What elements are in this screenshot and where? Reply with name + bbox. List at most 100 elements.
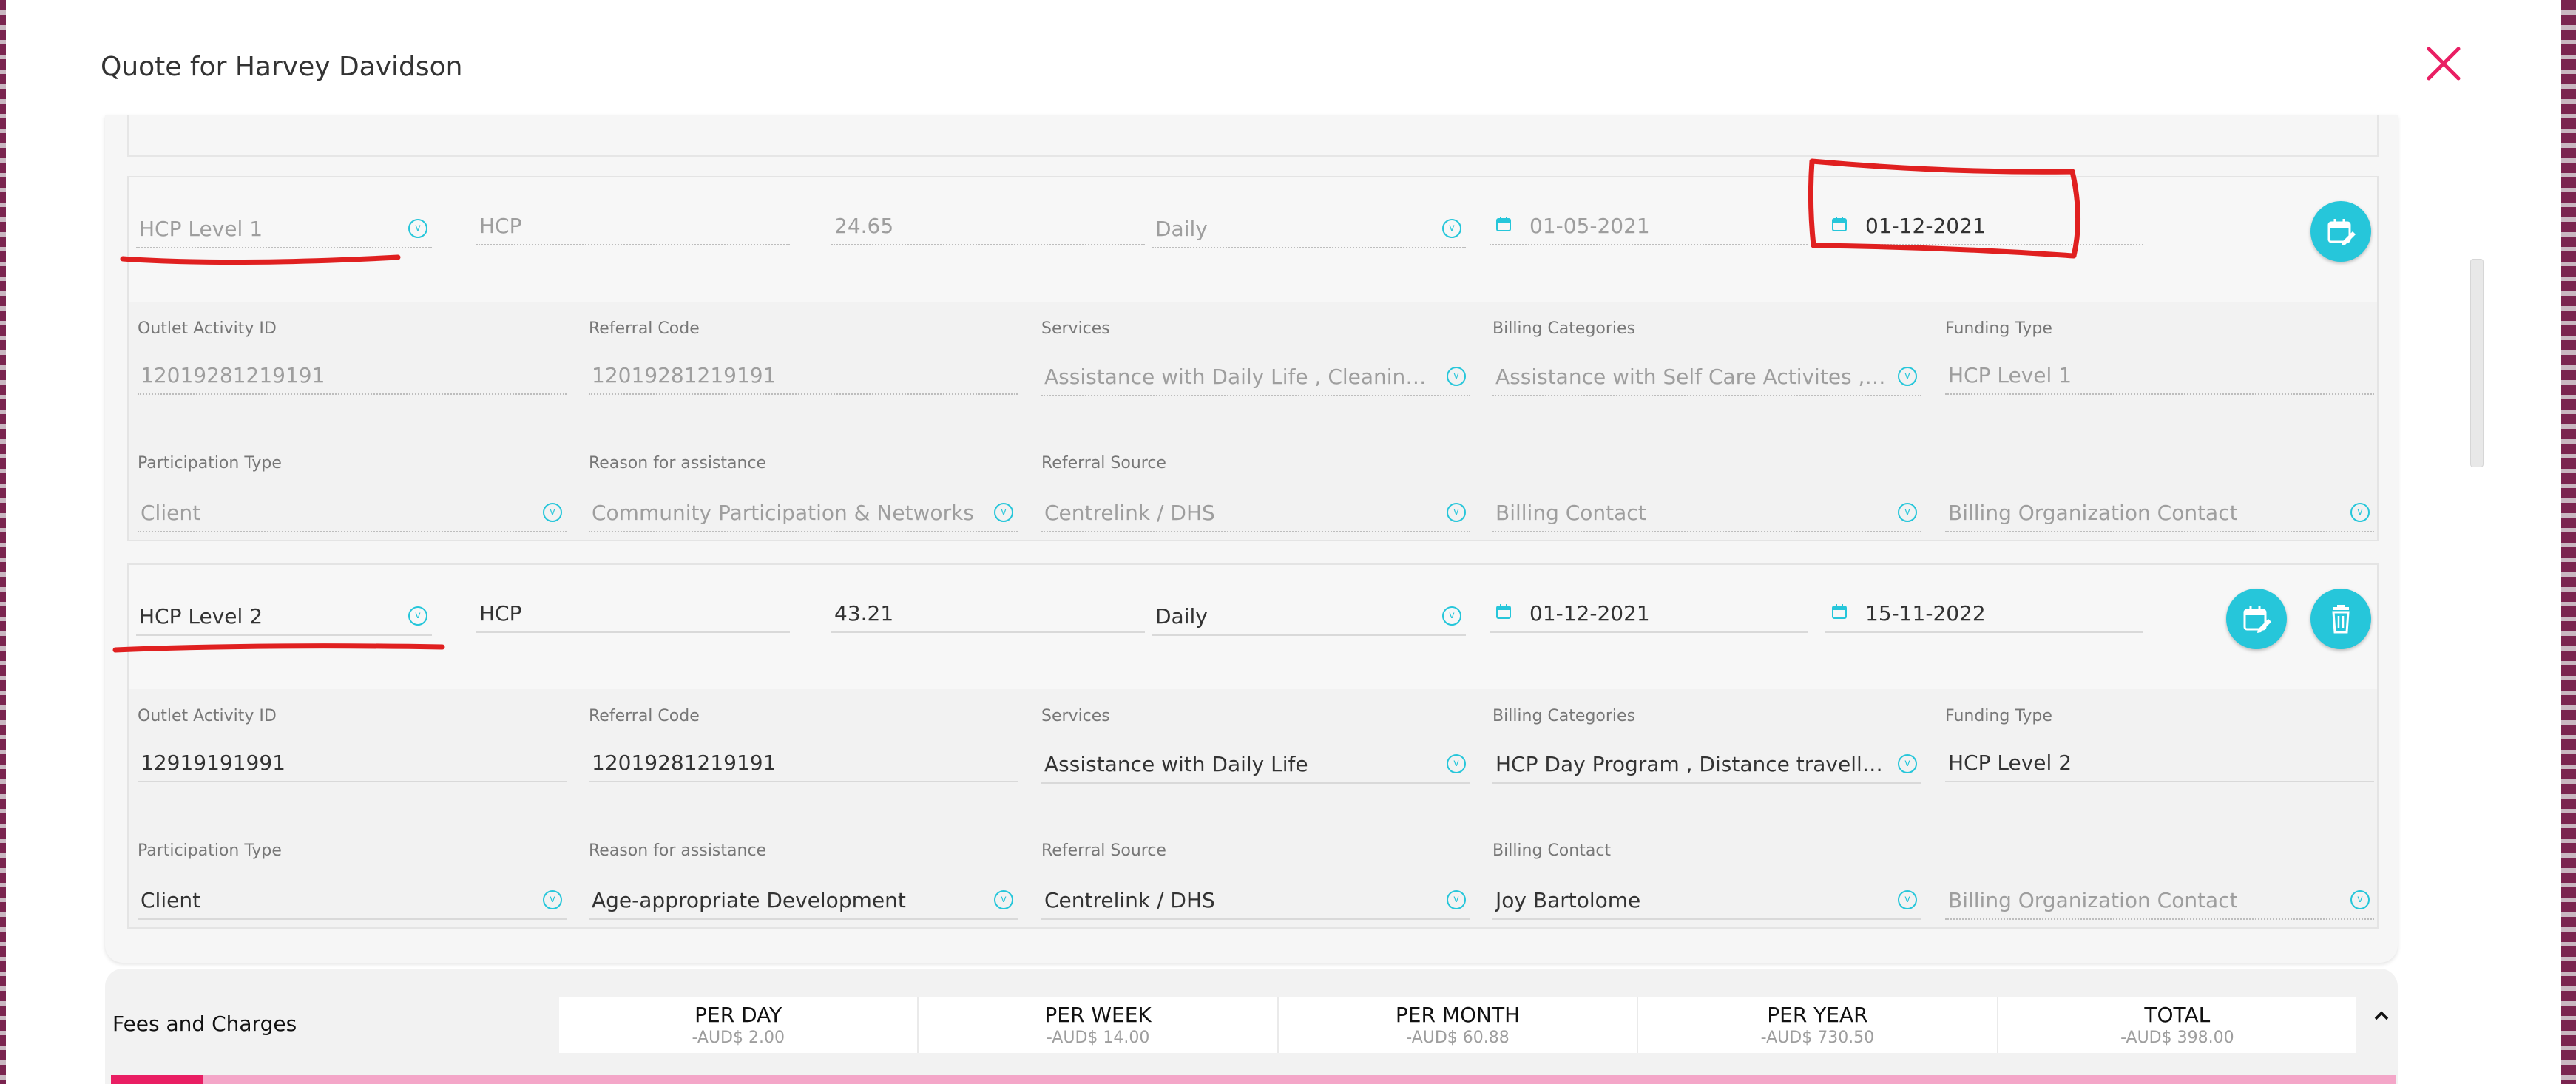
- chevron-down-icon: v: [1447, 367, 1466, 386]
- participation-type-label: Participation Type: [138, 841, 282, 860]
- outlet-activity-id-field[interactable]: Outlet Activity ID 12919191991: [138, 707, 567, 782]
- funding-select[interactable]: HCP Level 2 v: [136, 594, 432, 636]
- chevron-up-icon[interactable]: [2371, 1006, 2392, 1026]
- edit-dates-button[interactable]: [2310, 201, 2371, 262]
- reason-label: Reason for assistance: [589, 454, 767, 472]
- reason-select[interactable]: Reason for assistance Community Particip…: [589, 454, 1018, 532]
- end-date-value: 01-12-2021: [1865, 214, 1986, 238]
- start-date-field[interactable]: 01-12-2021: [1490, 592, 1808, 633]
- calendar-icon: [1496, 217, 1511, 231]
- chevron-down-icon: v: [2350, 890, 2370, 909]
- chevron-down-icon: v: [1447, 754, 1466, 773]
- funding-type-field[interactable]: Funding Type HCP Level 2: [1945, 707, 2374, 782]
- services-select[interactable]: Services Assistance with Daily Life , Cl…: [1041, 319, 1470, 396]
- fee-value: -AUD$ 14.00: [1046, 1029, 1150, 1047]
- participation-type-select[interactable]: Participation Type Client v: [138, 841, 567, 920]
- frequency-value: Daily: [1155, 217, 1208, 241]
- end-date-field[interactable]: 01-12-2021: [1825, 204, 2143, 245]
- billing-categories-label: Billing Categories: [1492, 707, 1636, 725]
- referral-source-select[interactable]: Referral Source Centrelink / DHS v: [1041, 841, 1470, 920]
- funding-select-value: HCP Level 2: [139, 604, 263, 629]
- rate-field[interactable]: 24.65: [831, 204, 1145, 245]
- fee-per-week: PER WEEK -AUD$ 14.00: [919, 997, 1279, 1053]
- referral-source-value: Centrelink / DHS: [1044, 888, 1215, 912]
- delete-item-button[interactable]: [2310, 589, 2371, 649]
- quote-modal: Quote for Harvey Davidson HCP Level 1 v …: [6, 0, 2561, 1084]
- funding-item: HCP Level 1 v HCP 24.65 Daily v 01-05-20…: [127, 176, 2379, 541]
- services-select[interactable]: Services Assistance with Daily Life v: [1041, 707, 1470, 784]
- participation-type-select[interactable]: Participation Type Client v: [138, 454, 567, 532]
- funding-item: HCP Level 2 v HCP 43.21 Daily v 01-12-20…: [127, 563, 2379, 929]
- outlet-activity-id-value: 12919191991: [141, 751, 285, 775]
- referral-source-select[interactable]: Referral Source Centrelink / DHS v: [1041, 454, 1470, 532]
- edit-dates-button[interactable]: [2226, 589, 2287, 649]
- billing-contact-select[interactable]: Billing Contact Joy Bartolome v: [1492, 841, 1921, 920]
- chevron-down-icon: v: [408, 606, 427, 626]
- reason-label: Reason for assistance: [589, 841, 767, 860]
- funding-row: HCP Level 1 v HCP 24.65 Daily v 01-05-20…: [129, 177, 2377, 302]
- background-stripe-right: [2561, 0, 2576, 1084]
- billing-categories-value: Assistance with Self Care Activites , HC…: [1495, 365, 1889, 389]
- program-value: HCP: [479, 214, 522, 238]
- fee-value: -AUD$ 730.50: [1760, 1029, 1875, 1047]
- billing-org-contact-placeholder: Billing Organization Contact: [1948, 888, 2238, 912]
- funding-details: Outlet Activity ID 12019281219191 Referr…: [129, 302, 2377, 540]
- billing-categories-select[interactable]: Billing Categories HCP Day Program , Dis…: [1492, 707, 1921, 784]
- funding-details: Outlet Activity ID 12919191991 Referral …: [129, 689, 2377, 927]
- calendar-icon: [1832, 604, 1847, 619]
- chevron-down-icon: v: [1442, 219, 1461, 238]
- participation-type-value: Client: [141, 888, 201, 912]
- reason-select[interactable]: Reason for assistance Age-appropriate De…: [589, 841, 1018, 920]
- rate-value: 24.65: [834, 214, 894, 238]
- chevron-down-icon: v: [543, 503, 562, 522]
- chevron-down-icon: v: [1442, 606, 1461, 626]
- billing-org-contact-select[interactable]: Billing Organization Contact v: [1945, 878, 2374, 920]
- funding-type-label: Funding Type: [1945, 707, 2052, 725]
- reason-value: Community Participation & Networks: [592, 501, 974, 525]
- fees-and-charges-panel: Fees and Charges PER DAY -AUD$ 2.00 PER …: [105, 969, 2398, 1084]
- referral-code-field[interactable]: Referral Code 12019281219191: [589, 319, 1018, 395]
- funding-type-label: Funding Type: [1945, 319, 2052, 338]
- start-date-value: 01-12-2021: [1529, 601, 1650, 626]
- participation-type-value: Client: [141, 501, 201, 525]
- billing-org-contact-select[interactable]: Billing Organization Contact v: [1945, 491, 2374, 532]
- outlet-activity-id-field[interactable]: Outlet Activity ID 12019281219191: [138, 319, 567, 395]
- calendar-icon: [1496, 604, 1511, 619]
- fee-value: -AUD$ 2.00: [692, 1029, 785, 1047]
- funding-list: HCP Level 1 v HCP 24.65 Daily v 01-05-20…: [105, 115, 2398, 963]
- fees-progress-fill: [111, 1075, 203, 1084]
- frequency-select[interactable]: Daily v: [1152, 207, 1466, 248]
- background-stripe-left: [0, 0, 6, 1084]
- referral-source-value: Centrelink / DHS: [1044, 501, 1215, 525]
- outlet-activity-id-label: Outlet Activity ID: [138, 319, 277, 338]
- trash-icon: [2332, 605, 2350, 634]
- services-value: Assistance with Daily Life: [1044, 752, 1308, 776]
- fee-total: TOTAL -AUD$ 398.00: [1998, 997, 2357, 1053]
- billing-contact-value: Joy Bartolome: [1495, 888, 1641, 912]
- fee-label: PER MONTH: [1395, 1003, 1521, 1027]
- end-date-field[interactable]: 15-11-2022: [1825, 592, 2143, 633]
- close-button[interactable]: [2421, 41, 2466, 86]
- frequency-select[interactable]: Daily v: [1152, 594, 1466, 636]
- program-field[interactable]: HCP: [476, 592, 790, 633]
- fee-label: PER DAY: [694, 1003, 782, 1027]
- referral-code-value: 12019281219191: [592, 751, 777, 775]
- funding-select[interactable]: HCP Level 1 v: [136, 207, 432, 248]
- fee-per-year: PER YEAR -AUD$ 730.50: [1638, 997, 1998, 1053]
- billing-contact-label: Billing Contact: [1492, 841, 1612, 860]
- program-field[interactable]: HCP: [476, 204, 790, 245]
- referral-code-field[interactable]: Referral Code 12019281219191: [589, 707, 1018, 782]
- billing-categories-select[interactable]: Billing Categories Assistance with Self …: [1492, 319, 1921, 396]
- start-date-field[interactable]: 01-05-2021: [1490, 204, 1808, 245]
- start-date-value: 01-05-2021: [1529, 214, 1650, 238]
- funding-type-value: HCP Level 1: [1948, 363, 2072, 387]
- billing-contact-placeholder: Billing Contact: [1495, 501, 1646, 525]
- funding-type-field[interactable]: Funding Type HCP Level 1: [1945, 319, 2374, 395]
- rate-field[interactable]: 43.21: [831, 592, 1145, 633]
- billing-contact-select[interactable]: Billing Contact v: [1492, 491, 1921, 532]
- scrollbar-thumb[interactable]: [2470, 259, 2484, 467]
- chevron-down-icon: v: [994, 890, 1013, 909]
- calendar-icon: [1832, 217, 1847, 231]
- referral-source-label: Referral Source: [1041, 454, 1166, 472]
- close-icon: [2427, 47, 2461, 81]
